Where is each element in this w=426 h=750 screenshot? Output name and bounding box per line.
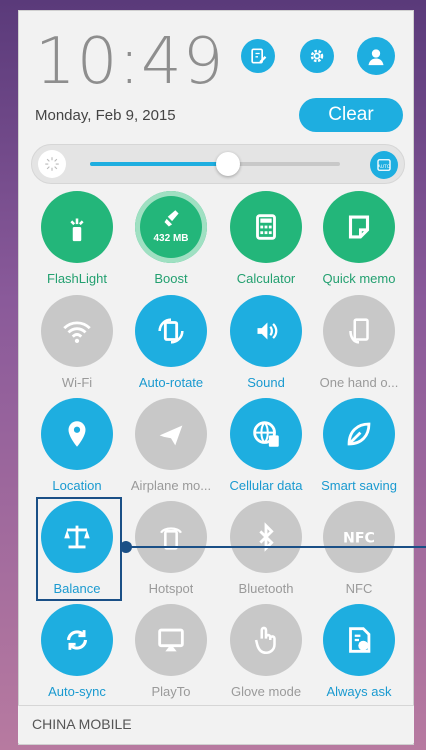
tile-label: Sound [247,375,285,390]
tile-location[interactable]: Location [31,398,123,500]
quick-settings-panel: 10:49 Monday, Feb 9, 2015 Clear AUTO Fla… [18,10,414,745]
boost-memory-badge: 432 MB [153,233,189,244]
playto-icon [135,604,207,676]
tile-label: Quick memo [322,271,396,286]
hotspot-icon [135,501,207,573]
brightness-bar: AUTO [31,144,405,184]
cellular-data-icon [230,398,302,470]
brightness-slider[interactable] [90,152,340,176]
tile-sim-ask[interactable]: Always ask [313,604,405,706]
rotate-icon [135,295,207,367]
bluetooth-icon [230,501,302,573]
tile-label: Auto-sync [48,684,106,699]
tile-label: Cellular data [229,478,303,493]
tile-label: Calculator [236,271,296,286]
tile-hotspot[interactable]: Hotspot [125,501,217,603]
svg-text:NFC: NFC [343,531,375,547]
tile-glove[interactable]: Glove mode [220,604,312,706]
tile-nfc[interactable]: NFC NFC [313,501,405,603]
brightness-sun-icon [38,150,66,178]
boost-icon: 432 MB [135,191,207,263]
flashlight-icon [41,191,113,263]
memo-icon [323,191,395,263]
tile-label: Bluetooth [238,581,294,596]
annotation-highlight-box [36,497,122,601]
brightness-auto-icon[interactable]: AUTO [370,151,398,179]
calculator-icon [230,191,302,263]
date: Monday, Feb 9, 2015 [35,107,176,124]
tile-label: Wi-Fi [61,375,93,390]
sync-icon [41,604,113,676]
tile-label: NFC [345,581,373,596]
tile-leaf[interactable]: Smart saving [313,398,405,500]
sound-icon [230,295,302,367]
edit-icon[interactable] [241,39,275,73]
tile-boost[interactable]: 432 MB Boost [125,191,217,293]
brightness-slider-thumb[interactable] [215,152,240,176]
nfc-icon: NFC [323,501,395,573]
tile-one-hand[interactable]: One hand o... [313,295,405,397]
glove-icon [230,604,302,676]
tile-label: Location [52,478,102,493]
tile-label: Airplane mo... [130,478,212,493]
annotation-pointer-line [126,546,426,548]
tile-airplane[interactable]: Airplane mo... [125,398,217,500]
tile-memo[interactable]: Quick memo [313,191,405,293]
tile-label: Always ask [326,684,392,699]
tile-label: Boost [154,271,188,286]
tile-flashlight[interactable]: FlashLight [31,191,123,293]
tile-cellular-data[interactable]: Cellular data [220,398,312,500]
tile-label: One hand o... [319,375,399,390]
tile-sound[interactable]: Sound [220,295,312,397]
tile-label: FlashLight [47,271,107,286]
tile-label: Glove mode [230,684,302,699]
leaf-icon [323,398,395,470]
clock: 10:49 [35,25,225,99]
tile-label: Smart saving [321,478,397,493]
location-icon [41,398,113,470]
svg-text:AUTO: AUTO [378,164,391,170]
tile-rotate[interactable]: Auto-rotate [125,295,217,397]
carrier-label: CHINA MOBILE [18,705,414,743]
wifi-icon [41,295,113,367]
tile-bluetooth[interactable]: Bluetooth [220,501,312,603]
sim-ask-icon [323,604,395,676]
brightness-slider-fill [90,162,228,166]
clear-button[interactable]: Clear [299,98,403,132]
tile-label: Hotspot [148,581,194,596]
tile-sync[interactable]: Auto-sync [31,604,123,706]
one-hand-icon [323,295,395,367]
tile-label: PlayTo [151,684,191,699]
tile-label: Auto-rotate [138,375,204,390]
user-avatar-icon[interactable] [357,37,395,75]
tile-playto[interactable]: PlayTo [125,604,217,706]
airplane-icon [135,398,207,470]
tile-calculator[interactable]: Calculator [220,191,312,293]
tile-wifi[interactable]: Wi-Fi [31,295,123,397]
settings-gear-icon[interactable] [300,39,334,73]
